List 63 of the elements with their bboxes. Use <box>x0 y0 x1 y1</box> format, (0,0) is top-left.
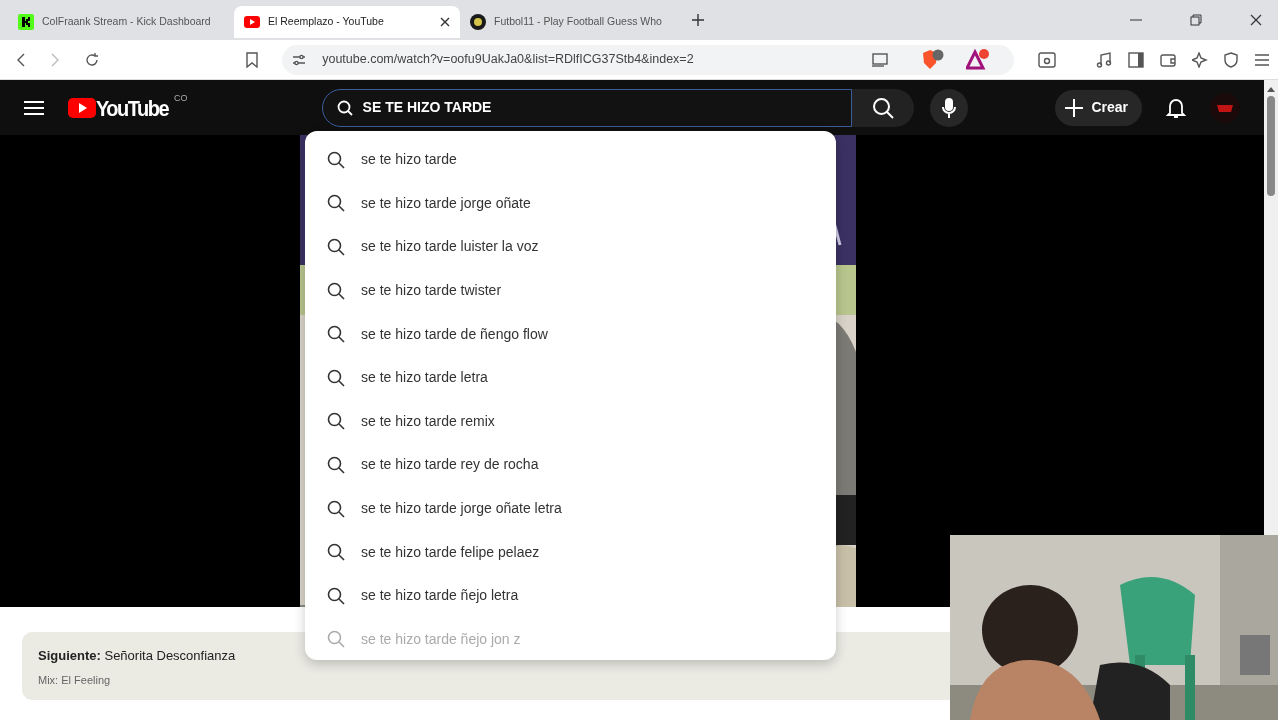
search-icon <box>327 281 345 300</box>
suggestion-item[interactable]: se te hizo tarde luister la voz <box>305 225 836 269</box>
search-icon <box>327 150 345 169</box>
site-settings-icon[interactable] <box>292 52 307 67</box>
suggestion-item[interactable]: se te hizo tarde <box>305 138 836 182</box>
suggestion-item[interactable]: se te hizo tarde jorge oñate letra <box>305 486 836 531</box>
search-icon <box>871 97 894 120</box>
browser-tab[interactable]: Futbol11 - Play Football Guess Who <box>460 6 686 38</box>
search-icon <box>327 455 345 474</box>
lion-shield-icon[interactable] <box>920 48 944 71</box>
create-button[interactable]: Crear <box>1055 89 1142 126</box>
microphone-icon <box>941 97 956 120</box>
suggestion-item[interactable]: se te hizo tarde rey de rocha <box>305 443 836 487</box>
avatar-icon[interactable] <box>1210 92 1240 123</box>
play-logo-icon <box>68 97 96 118</box>
screen-icon[interactable] <box>872 51 890 68</box>
suggestion-item[interactable]: se te hizo tarde remix <box>305 399 836 444</box>
browser-tab[interactable]: El Reemplazo - YouTube <box>234 6 460 38</box>
triangle-icon[interactable] <box>966 48 990 71</box>
suggestion-item[interactable]: se te hizo tarde jorge oñate <box>305 181 836 226</box>
kick-logo-icon <box>18 14 34 30</box>
music-note-icon[interactable] <box>1096 51 1112 68</box>
address-bar[interactable]: youtube.com/watch?v=oofu9UakJa0&list=RDlfICG37Stb4&index=2 <box>282 44 1014 75</box>
search-icon <box>327 586 345 605</box>
search-icon <box>327 630 345 649</box>
sidebar-icon[interactable] <box>1128 51 1144 68</box>
search-icon <box>327 412 345 431</box>
search-icon <box>327 325 345 344</box>
suggestion-item[interactable]: se te hizo tarde felipe pelaez <box>305 530 836 574</box>
search-icon <box>327 368 345 387</box>
close-icon[interactable] <box>440 17 450 27</box>
microphone-button[interactable] <box>929 88 968 127</box>
plus-icon <box>1065 98 1084 117</box>
bell-icon[interactable] <box>1166 96 1186 119</box>
search-icon <box>327 194 345 213</box>
search-icon <box>327 238 345 256</box>
suggestion-item[interactable]: se te hizo tarde letra <box>305 355 836 400</box>
scroll-up-icon[interactable] <box>1267 86 1275 92</box>
suggestion-item[interactable]: se te hizo tarde twister <box>305 268 836 313</box>
search-icon <box>336 99 353 116</box>
round-logo-icon <box>470 14 486 30</box>
search-button[interactable] <box>851 88 914 127</box>
search-icon <box>327 543 345 562</box>
search-field[interactable]: SE TE HIZO TARDE <box>360 96 801 119</box>
wallet-icon[interactable] <box>1160 51 1176 68</box>
youtube-logo[interactable]: YouTube CO <box>68 97 188 118</box>
suggestion-item[interactable]: se te hizo tarde ñejo letra <box>305 573 836 618</box>
restore-icon[interactable] <box>1190 14 1202 26</box>
playlist-name: Mix: El Feeling <box>38 672 112 688</box>
close-icon[interactable] <box>1250 14 1262 26</box>
search-box[interactable]: SE TE HIZO TARDE <box>321 88 852 127</box>
search-icon <box>327 499 345 518</box>
shield-icon[interactable] <box>1224 51 1238 68</box>
back-icon[interactable] <box>16 51 26 68</box>
search-box-icon[interactable] <box>1038 51 1056 68</box>
reload-icon[interactable] <box>84 51 100 68</box>
bookmark-icon[interactable] <box>246 51 259 68</box>
sparkle-icon[interactable] <box>1192 51 1208 68</box>
youtube-logo-icon <box>244 16 260 28</box>
new-tab-icon[interactable] <box>692 14 704 26</box>
browser-tab[interactable]: ColFraank Stream - Kick Dashboard <box>8 6 234 38</box>
scrollbar-thumb[interactable] <box>1267 96 1275 196</box>
suggestion-item[interactable]: se te hizo tarde de ñengo flow <box>305 312 836 356</box>
